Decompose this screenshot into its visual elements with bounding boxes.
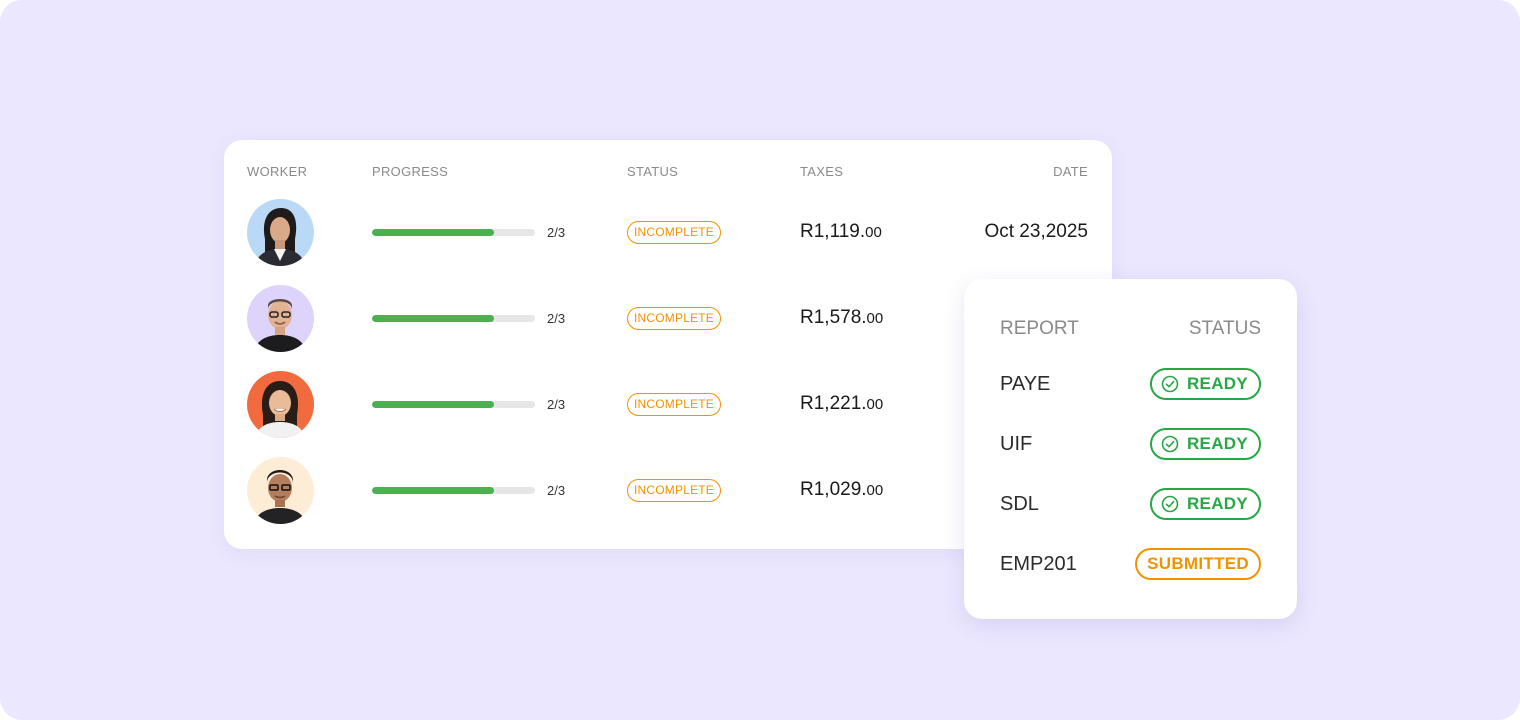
progress-steps: 2/3 — [547, 397, 566, 412]
tax-amount: R1,578.00 — [800, 307, 883, 329]
ready-badge: READY — [1149, 368, 1261, 400]
ready-badge: READY — [1149, 488, 1261, 520]
worker-avatar[interactable] — [247, 371, 314, 438]
page-background: WORKER PROGRESS STATUS TAXES DATE 2/3 IN — [0, 0, 1520, 720]
report-row-paye[interactable]: PAYE READY — [964, 368, 1297, 402]
column-header-worker[interactable]: WORKER — [247, 164, 307, 179]
submitted-badge-label: SUBMITTED — [1147, 554, 1249, 573]
ready-badge-label: READY — [1186, 374, 1248, 393]
progress-bar-fill — [372, 229, 495, 236]
progress-bar — [372, 315, 535, 322]
report-name: PAYE — [1000, 373, 1051, 395]
progress-bar-fill — [372, 315, 495, 322]
report-name: EMP201 — [1000, 553, 1077, 575]
tax-amount-cents: 00 — [865, 224, 882, 241]
column-header-status: STATUS — [1188, 318, 1261, 339]
status-badge: INCOMPLETE — [627, 221, 722, 244]
table-row[interactable]: 2/3 INCOMPLETE R1,119.00 Oct 23,2025 — [224, 199, 1112, 267]
ready-badge-label: READY — [1186, 434, 1248, 453]
tax-amount-main: R1,119. — [800, 221, 866, 242]
worker-avatar[interactable] — [247, 285, 314, 352]
tax-amount-cents: 00 — [866, 396, 884, 413]
tax-amount: R1,119.00 — [800, 221, 882, 243]
submitted-badge: SUBMITTED — [1135, 548, 1261, 580]
column-header-date[interactable]: DATE — [1053, 164, 1088, 179]
progress-steps: 2/3 — [547, 225, 566, 240]
check-circle-icon — [1161, 435, 1179, 453]
column-header-report: REPORT — [1000, 318, 1079, 339]
column-header-progress[interactable]: PROGRESS — [372, 164, 448, 179]
report-status-card: REPORT STATUS PAYE READY UIF READY SDL R… — [964, 279, 1297, 619]
report-row-emp201[interactable]: EMP201 SUBMITTED — [964, 548, 1297, 582]
progress-bar-fill — [372, 487, 495, 494]
report-row-uif[interactable]: UIF READY — [964, 428, 1297, 462]
tax-amount-cents: 00 — [866, 310, 884, 327]
status-badge: INCOMPLETE — [627, 393, 722, 416]
ready-badge-label: READY — [1186, 494, 1248, 513]
report-row-sdl[interactable]: SDL READY — [964, 488, 1297, 522]
progress-bar — [372, 229, 535, 236]
column-header-taxes[interactable]: TAXES — [800, 164, 843, 179]
column-header-status[interactable]: STATUS — [627, 164, 678, 179]
worker-avatar[interactable] — [247, 457, 314, 524]
tax-amount-main: R1,221. — [800, 393, 867, 414]
status-badge: INCOMPLETE — [627, 479, 722, 502]
report-name: UIF — [1000, 433, 1033, 455]
progress-steps: 2/3 — [547, 311, 566, 326]
progress-bar — [372, 487, 535, 494]
report-name: SDL — [1000, 493, 1039, 515]
check-circle-icon — [1161, 495, 1179, 513]
tax-amount: R1,029.00 — [800, 479, 883, 501]
tax-amount: R1,221.00 — [800, 393, 883, 415]
ready-badge: READY — [1149, 428, 1261, 460]
status-badge: INCOMPLETE — [627, 307, 722, 330]
row-date: Oct 23,2025 — [984, 221, 1088, 242]
progress-steps: 2/3 — [547, 483, 566, 498]
tax-amount-main: R1,029. — [800, 479, 867, 500]
worker-avatar[interactable] — [247, 199, 314, 266]
tax-amount-cents: 00 — [866, 482, 884, 499]
progress-bar — [372, 401, 535, 408]
check-circle-icon — [1161, 375, 1179, 393]
tax-amount-main: R1,578. — [800, 307, 867, 328]
progress-bar-fill — [372, 401, 495, 408]
